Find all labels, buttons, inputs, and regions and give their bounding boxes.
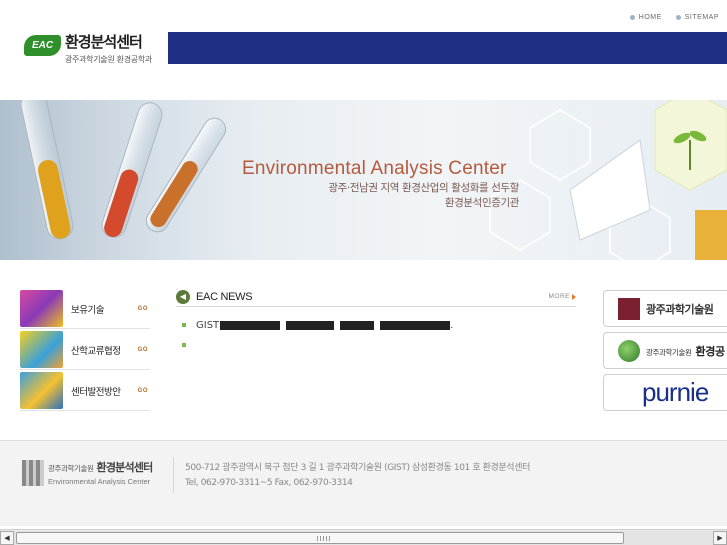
- quick-item-label: 센터발전방안: [71, 386, 121, 398]
- quick-item-label: 산학교류협정: [71, 345, 121, 357]
- horizontal-scrollbar[interactable]: ◀ ▶: [0, 529, 727, 545]
- footer-org: 광주과학기술원 환경분석센터: [48, 459, 154, 475]
- purnie-logo: purnie: [642, 377, 709, 407]
- quick-item-label: 보유기술: [71, 304, 104, 316]
- scrollbar-thumb[interactable]: [16, 531, 624, 544]
- partner-banners: 광주과학기술원 광주과학기술원 환경공 purnie: [603, 290, 727, 416]
- department-big: 환경공: [695, 344, 726, 358]
- news-item-prefix: GIST: [196, 319, 220, 331]
- department-banner-label: 광주과학기술원 환경공: [646, 343, 725, 359]
- quick-menu: 보유기술 GO 산학교류협정 GO 센터발전방안 GO: [20, 289, 150, 411]
- quick-item-technology[interactable]: 보유기술 GO: [20, 289, 150, 329]
- go-button[interactable]: GO: [138, 388, 148, 394]
- redacted-text: [340, 320, 375, 330]
- growth-chart-icon: [20, 372, 63, 409]
- gist-banner-label: 광주과학기술원: [646, 302, 714, 316]
- go-button[interactable]: GO: [138, 306, 148, 312]
- arrow-right-icon: [572, 293, 576, 300]
- hero-title: Environmental Analysis Center: [242, 158, 507, 179]
- quick-item-development-plan[interactable]: 센터발전방안 GO: [20, 371, 150, 411]
- sitemap-link[interactable]: SITEMAP: [675, 14, 719, 21]
- logo-title: 환경분석센터: [65, 33, 143, 51]
- go-button[interactable]: GO: [138, 347, 148, 353]
- scroll-right-icon[interactable]: ▶: [713, 530, 727, 545]
- footer: 광주과학기술원 환경분석센터 Environmental Analysis Cen…: [0, 440, 727, 526]
- hero-tagline-2: 환경분석인증기관: [444, 197, 519, 209]
- redacted-text: [380, 320, 451, 330]
- footer-org-english: Environmental Analysis Center: [48, 477, 151, 486]
- department-banner[interactable]: 광주과학기술원 환경공: [603, 332, 727, 369]
- gist-banner[interactable]: 광주과학기술원: [603, 290, 727, 327]
- news-title: EAC NEWS: [196, 290, 253, 303]
- hero-tagline-1: 광주·전남권 지역 환경산업의 활성화를 선두할: [328, 182, 519, 194]
- footer-logo-text: 광주과학기술원 환경분석센터 Environmental Analysis Cen…: [48, 459, 154, 486]
- home-link-label: HOME: [638, 14, 662, 21]
- logo-subtitle: 광주과학기술원 환경공학과: [65, 55, 152, 64]
- footer-address: 500-712 광주광역시 북구 첨단 3 길 1 광주과학기술원 (GIST)…: [185, 463, 530, 473]
- more-link[interactable]: MORE: [548, 293, 576, 300]
- department-small: 광주과학기술원: [646, 347, 692, 357]
- footer-org-big: 환경분석센터: [96, 461, 154, 474]
- footer-contact: Tel, 062-970-3311~5 Fax, 062-970-3314: [185, 478, 353, 488]
- news-list: GIST .: [176, 315, 576, 355]
- news-item[interactable]: [182, 335, 576, 355]
- bullet-icon: [675, 15, 681, 20]
- news-header: ◀ EAC NEWS MORE: [176, 289, 576, 307]
- news-item[interactable]: GIST .: [182, 315, 576, 335]
- gist-mark-icon: [22, 459, 44, 486]
- site-logo[interactable]: EAC 환경분석센터 광주과학기술원 환경공학과: [24, 33, 152, 65]
- technology-icon: [20, 290, 63, 327]
- globe-icon: [618, 339, 640, 362]
- people-icon: [20, 331, 63, 368]
- footer-address-block: 500-712 광주광역시 북구 첨단 3 길 1 광주과학기술원 (GIST)…: [185, 461, 530, 491]
- top-utility-links: HOME SITEMAP: [629, 14, 719, 21]
- hero-banner: Environmental Analysis Center 광주·전남권 지역 …: [0, 100, 727, 260]
- footer-divider: [173, 457, 174, 493]
- quick-item-industry-agreement[interactable]: 산학교류협정 GO: [20, 330, 150, 370]
- bullet-icon: [182, 343, 186, 347]
- bullet-icon: [629, 15, 635, 20]
- news-item-suffix: .: [450, 319, 454, 331]
- footer-org-small: 광주과학기술원: [48, 464, 94, 473]
- home-link[interactable]: HOME: [629, 14, 662, 21]
- plant-icon: [654, 100, 727, 260]
- logo-text: 환경분석센터 광주과학기술원 환경공학과: [65, 33, 152, 65]
- eac-badge-icon: EAC: [24, 35, 61, 56]
- speaker-icon: ◀: [176, 289, 190, 304]
- scrollbar-track[interactable]: [14, 530, 713, 545]
- bar-graphic-icon: [569, 139, 651, 241]
- bullet-icon: [182, 323, 186, 327]
- redacted-text: [286, 320, 335, 330]
- purnie-banner[interactable]: purnie: [603, 374, 727, 411]
- scroll-left-icon[interactable]: ◀: [0, 530, 14, 545]
- redacted-text: [220, 320, 281, 330]
- grip-icon: [317, 535, 331, 541]
- footer-logo: 광주과학기술원 환경분석센터 Environmental Analysis Cen…: [22, 459, 154, 486]
- news-section: ◀ EAC NEWS MORE GIST .: [176, 289, 576, 355]
- sitemap-link-label: SITEMAP: [684, 14, 719, 21]
- more-label: MORE: [548, 293, 570, 300]
- gist-logo-icon: [618, 297, 640, 320]
- header-nav-bar: [168, 32, 727, 64]
